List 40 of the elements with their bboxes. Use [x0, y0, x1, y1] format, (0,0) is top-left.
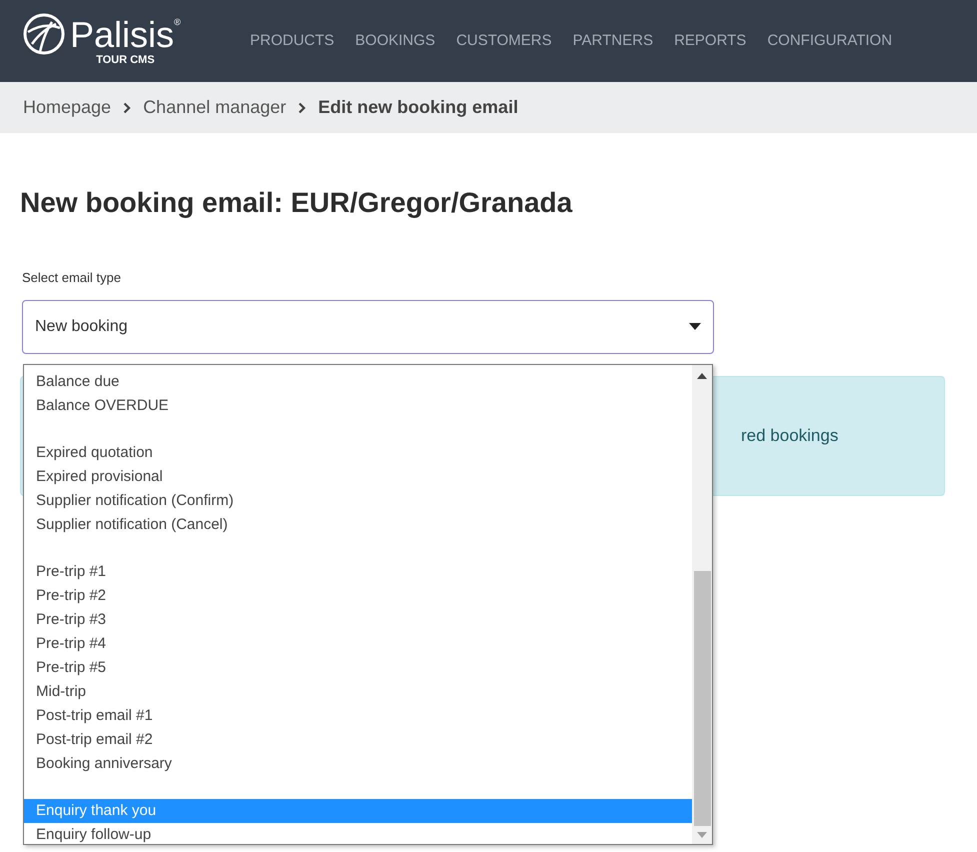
scroll-down-icon[interactable] — [697, 832, 707, 838]
globe-logo-icon — [22, 12, 66, 56]
nav-link[interactable]: PARTNERS — [572, 30, 654, 52]
dropdown-option[interactable]: Post-trip email #2 — [24, 728, 692, 752]
scroll-up-icon[interactable] — [697, 373, 707, 379]
dropdown-option[interactable]: Booking anniversary — [24, 752, 692, 776]
scrollbar[interactable] — [692, 365, 712, 844]
field-label: Select email type — [22, 269, 122, 287]
dropdown-option[interactable]: Expired quotation — [24, 441, 692, 465]
nav-link[interactable]: REPORTS — [674, 30, 746, 52]
chevron-right-icon — [123, 102, 132, 114]
dropdown-option[interactable]: Pre-trip #1 — [24, 560, 692, 584]
nav-link[interactable]: CONFIGURATION — [767, 30, 892, 52]
dropdown-option[interactable]: Pre-trip #5 — [24, 656, 692, 680]
breadcrumb-link[interactable]: Homepage — [23, 94, 112, 121]
nav-link[interactable]: CUSTOMERS — [456, 30, 552, 52]
dropdown-option[interactable]: Pre-trip #2 — [24, 584, 692, 608]
caret-down-icon — [689, 323, 701, 330]
current-page-title: Edit new booking email — [318, 96, 518, 119]
dropdown-option[interactable]: Pre-trip #3 — [24, 608, 692, 632]
chevron-right-icon — [298, 102, 306, 114]
dropdown-option[interactable]: Pre-trip #4 — [24, 632, 692, 656]
dropdown-option[interactable]: Mid-trip — [24, 680, 692, 704]
dropdown-option[interactable]: Balance due — [24, 370, 692, 394]
nav-link[interactable]: PRODUCTS — [250, 30, 334, 52]
dropdown-option[interactable]: Supplier notification (Confirm) — [24, 489, 692, 513]
nav-link[interactable]: BOOKINGS — [355, 30, 436, 52]
scrollbar-thumb[interactable] — [694, 571, 710, 826]
info-text: red bookings — [741, 424, 838, 447]
email-type-select[interactable]: New booking — [22, 300, 714, 354]
logo-name: Palisis — [70, 16, 174, 54]
page-title: New booking email: EUR/Gregor/Granada — [20, 186, 574, 220]
dropdown-option[interactable]: Enquiry follow-up — [24, 823, 692, 844]
dropdown-option[interactable]: Supplier notification (Cancel) — [24, 513, 692, 537]
logo-subtitle: TOUR CMS — [96, 54, 155, 66]
dropdown-option[interactable]: Expired provisional — [24, 465, 692, 489]
dropdown-option[interactable]: Balance OVERDUE — [24, 394, 692, 418]
dropdown-option[interactable]: Post-trip email #1 — [24, 704, 692, 728]
breadcrumb-link[interactable]: Channel manager — [143, 94, 286, 121]
registered-mark: ® — [174, 16, 181, 29]
